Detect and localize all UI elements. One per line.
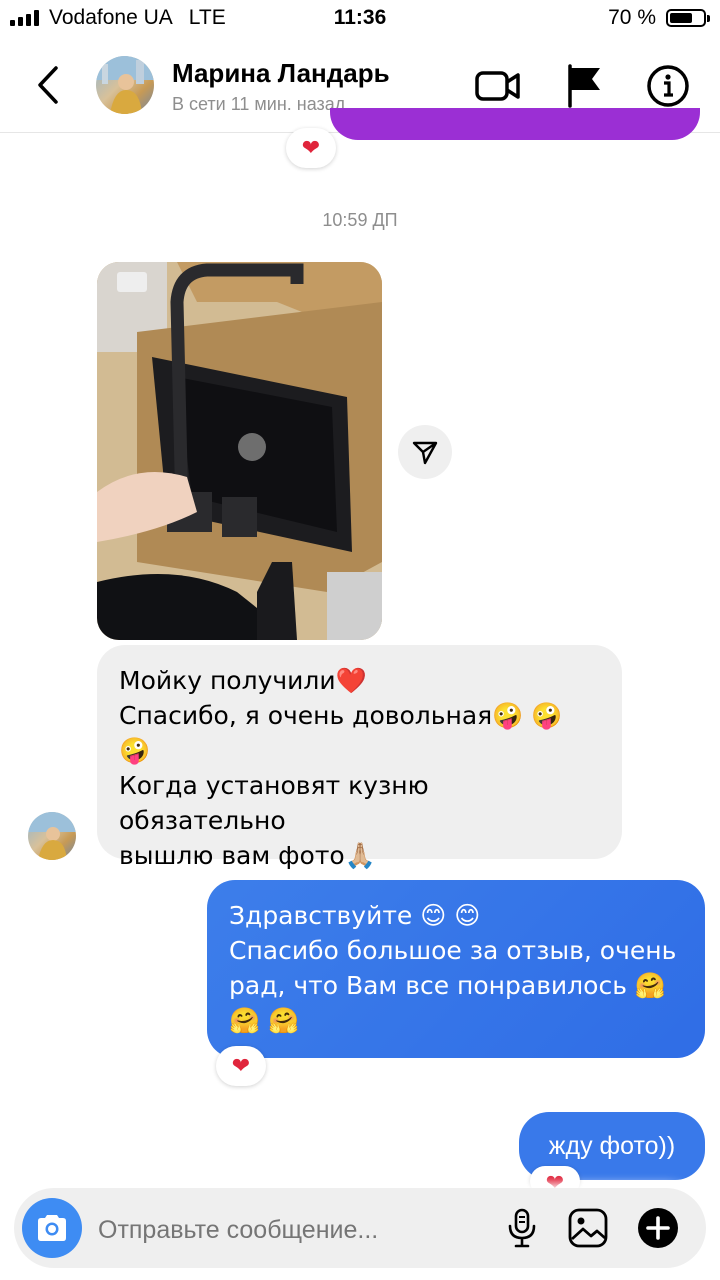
contact-avatar[interactable] — [96, 56, 154, 114]
heart-reaction[interactable]: ❤ — [216, 1046, 266, 1086]
status-right: 70 % — [608, 6, 710, 30]
message-timestamp: 10:59 ДП — [322, 210, 398, 230]
battery-icon — [666, 9, 710, 27]
incoming-message-text: Мойку получили❤️ Спасибо, я очень доволь… — [119, 666, 563, 870]
info-button[interactable] — [644, 62, 692, 110]
gallery-button[interactable] — [566, 1206, 610, 1250]
video-call-button[interactable] — [474, 62, 522, 110]
paper-plane-icon — [412, 441, 438, 465]
outgoing-message-short-text: жду фото)) — [548, 1131, 676, 1160]
camera-button[interactable] — [22, 1198, 82, 1258]
sender-avatar[interactable] — [28, 812, 76, 860]
gallery-icon — [568, 1208, 608, 1248]
heart-icon: ❤ — [301, 135, 321, 160]
back-button[interactable] — [30, 62, 70, 108]
outgoing-message-text: Здравствуйте 😊 😊 Спасибо большое за отзы… — [229, 901, 677, 1035]
plus-icon — [638, 1208, 678, 1248]
microphone-button[interactable] — [500, 1206, 544, 1250]
plus-button[interactable] — [636, 1206, 680, 1250]
presence-status: В сети 11 мин. назад — [172, 94, 346, 114]
video-call-icon — [475, 71, 520, 101]
message-input[interactable] — [98, 1210, 478, 1250]
outgoing-message-bubble[interactable]: Здравствуйте 😊 😊 Спасибо большое за отзы… — [207, 880, 705, 1058]
info-icon — [647, 65, 689, 107]
microphone-icon — [508, 1208, 536, 1248]
previous-message-bubble[interactable] — [330, 108, 700, 140]
heart-reaction[interactable]: ❤ — [286, 128, 336, 168]
chevron-left-icon — [38, 66, 58, 104]
share-button[interactable] — [398, 425, 452, 479]
flag-button[interactable] — [562, 62, 610, 110]
heart-icon: ❤ — [231, 1053, 251, 1078]
camera-icon — [38, 1215, 66, 1241]
contact-name[interactable]: Марина Ландарь — [172, 58, 390, 89]
status-bar: Vodafone UA LTE 11:36 70 % — [0, 0, 720, 38]
sink-photo — [97, 262, 382, 640]
photo-message[interactable] — [97, 262, 382, 640]
incoming-message-bubble[interactable]: Мойку получили❤️ Спасибо, я очень доволь… — [97, 645, 622, 870]
battery-percent: 70 % — [608, 6, 656, 29]
flag-icon — [568, 64, 600, 108]
